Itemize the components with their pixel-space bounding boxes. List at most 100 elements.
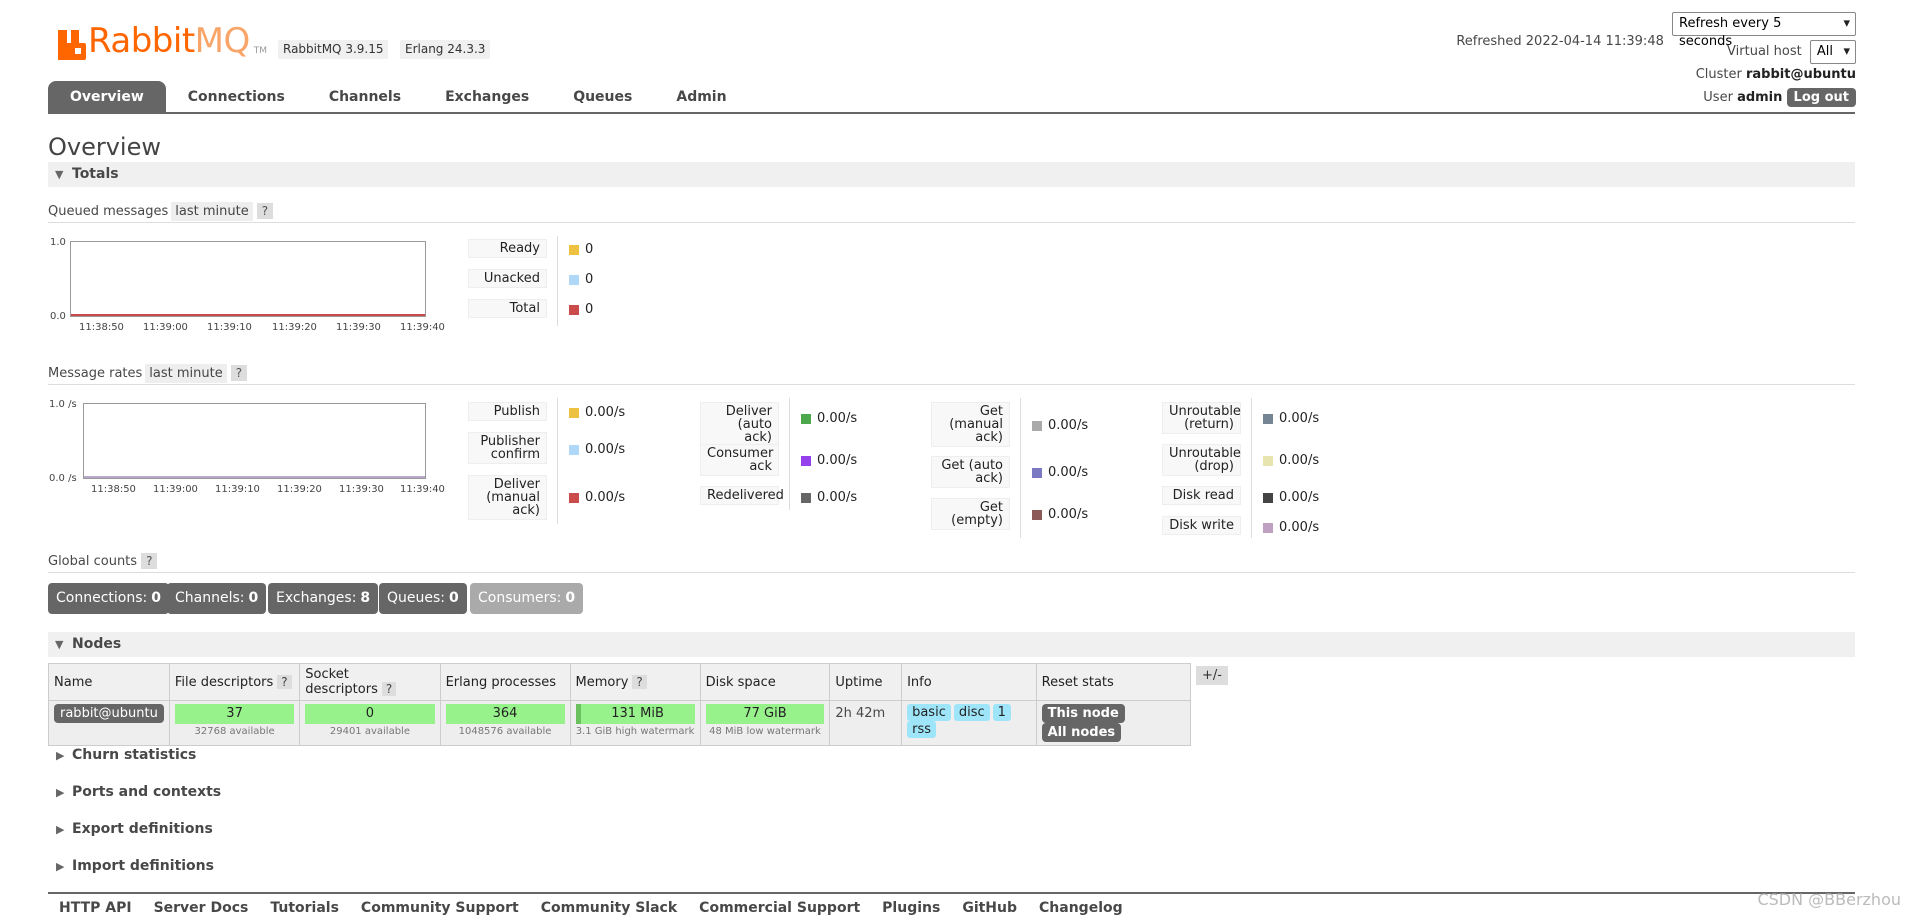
queued-x-tick: 11:39:20 (272, 322, 317, 333)
legend-get-empty-value: 0.00/s (1032, 507, 1088, 522)
nodes-section-header[interactable]: ▼ Nodes (48, 632, 1855, 657)
unacked-swatch (569, 274, 579, 285)
queues-count-button[interactable]: Queues: 0 (379, 583, 467, 614)
toggle-columns-button[interactable]: +/- (1196, 666, 1228, 685)
reset-all-nodes-button[interactable]: All nodes (1041, 723, 1122, 742)
col-disk-space[interactable]: Disk space (699, 663, 831, 701)
col-reset-stats[interactable]: Reset stats (1035, 663, 1192, 701)
legend-get-auto-value: 0.00/s (1032, 465, 1088, 480)
queued-range-selector[interactable]: last minute (171, 202, 253, 221)
unroutable-return-swatch (1263, 413, 1273, 424)
legend-get-manual-label: Get (manual ack) (931, 402, 1010, 447)
tab-channels[interactable]: Channels (307, 81, 423, 113)
virtual-host-select[interactable]: All (1809, 40, 1856, 64)
legend-unroutable-drop-value: 0.00/s (1263, 453, 1319, 468)
main-tabs: Overview Connections Channels Exchanges … (48, 81, 1855, 114)
col-info[interactable]: Info (901, 663, 1037, 701)
legend-unroutable-drop-label: Unroutable (drop) (1162, 444, 1241, 476)
legend-ready-value: 0 (569, 242, 593, 257)
deliver-manual-swatch (569, 492, 579, 503)
consumers-count-button[interactable]: Consumers: 0 (470, 583, 584, 614)
expand-right-icon: ▶ (56, 749, 65, 762)
legend-publisher-confirm-label: Publisher confirm (468, 432, 547, 464)
get-manual-swatch (1032, 420, 1042, 431)
table-row: rabbit@ubuntu 37 32768 available 0 29401 a… (48, 700, 1192, 746)
expand-right-icon: ▶ (56, 860, 65, 873)
memory-watermark: 3.1 GiB high watermark (575, 726, 695, 737)
disk-watermark: 48 MiB low watermark (709, 726, 821, 737)
file-descriptors-bar: 37 (174, 704, 295, 724)
export-definitions-header[interactable]: ▶ Export definitions (48, 817, 548, 842)
tab-queues[interactable]: Queues (551, 81, 654, 113)
queued-chart-y-top: 1.0 (50, 237, 66, 248)
footer-link-tutorials[interactable]: Tutorials (270, 900, 339, 916)
totals-section-header[interactable]: ▼ Totals (48, 162, 1855, 187)
footer-link-plugins[interactable]: Plugins (882, 900, 940, 916)
footer-link-community-slack[interactable]: Community Slack (541, 900, 677, 916)
global-counts-help-icon[interactable]: ? (141, 553, 158, 569)
info-tag: 1 (992, 704, 1011, 721)
get-empty-swatch (1032, 509, 1042, 520)
erlang-version: Erlang 24.3.3 (400, 40, 491, 59)
ready-swatch (569, 244, 579, 255)
import-definitions-header[interactable]: ▶ Import definitions (48, 854, 548, 879)
footer-link-http-api[interactable]: HTTP API (59, 900, 132, 916)
footer-link-server-docs[interactable]: Server Docs (154, 900, 249, 916)
churn-statistics-header[interactable]: ▶ Churn statistics (48, 743, 548, 768)
legend-get-auto-label: Get (auto ack) (931, 456, 1010, 488)
footer-link-changelog[interactable]: Changelog (1039, 900, 1123, 916)
footer-link-github[interactable]: GitHub (962, 900, 1017, 916)
footer-link-commercial-support[interactable]: Commercial Support (699, 900, 860, 916)
tab-overview[interactable]: Overview (48, 81, 166, 113)
col-erlang-processes[interactable]: Erlang processes (439, 663, 571, 701)
tab-connections[interactable]: Connections (166, 81, 307, 113)
col-file-descriptors[interactable]: File descriptors? (168, 663, 301, 701)
queued-total-line (71, 314, 425, 316)
connections-count-button[interactable]: Connections: 0 (48, 583, 169, 614)
rates-help-icon[interactable]: ? (230, 365, 248, 381)
refresh-interval-select[interactable]: Refresh every 5 seconds (1672, 12, 1856, 49)
ports-contexts-header[interactable]: ▶ Ports and contexts (48, 780, 548, 805)
rates-x-tick: 11:38:50 (91, 484, 136, 495)
tab-admin[interactable]: Admin (654, 81, 748, 113)
exchanges-count-button[interactable]: Exchanges: 8 (268, 583, 379, 614)
deliver-auto-swatch (801, 413, 811, 424)
legend-get-manual-value: 0.00/s (1032, 418, 1088, 433)
publisher-confirm-swatch (569, 444, 579, 455)
rabbitmq-logo[interactable]: RabbitMQ TM (58, 20, 267, 60)
rates-range-selector[interactable]: last minute (145, 364, 227, 383)
legend-consumer-ack-label: Consumer ack (700, 444, 779, 476)
tab-exchanges[interactable]: Exchanges (423, 81, 551, 113)
legend-unroutable-return-value: 0.00/s (1263, 411, 1319, 426)
expand-down-icon: ▼ (55, 168, 64, 181)
message-rates-header: Message rates last minute? (48, 363, 1855, 385)
global-counts-header: Global counts? (48, 551, 1855, 573)
rates-x-tick: 11:39:10 (215, 484, 260, 495)
disk-space-bar: 77 GiB (705, 704, 825, 724)
col-memory[interactable]: Memory? (569, 663, 701, 701)
help-icon[interactable]: ? (381, 682, 397, 696)
legend-publish-label: Publish (468, 402, 547, 421)
reset-this-node-button[interactable]: This node (1041, 704, 1125, 723)
help-icon[interactable]: ? (277, 674, 292, 689)
col-name[interactable]: Name (48, 663, 170, 701)
publish-swatch (569, 407, 579, 418)
queued-x-tick: 11:38:50 (79, 322, 124, 333)
legend-unacked-value: 0 (569, 272, 593, 287)
col-socket-descriptors[interactable]: Socket descriptors? (299, 663, 441, 701)
queued-help-icon[interactable]: ? (256, 203, 274, 219)
legend-unacked-label: Unacked (468, 269, 547, 288)
disk-write-swatch (1263, 522, 1273, 533)
virtual-host-label: Virtual host (1727, 44, 1802, 59)
get-auto-swatch (1032, 467, 1042, 478)
help-icon[interactable]: ? (632, 674, 647, 689)
channels-count-button[interactable]: Channels: 0 (167, 583, 267, 614)
footer-link-community-support[interactable]: Community Support (361, 900, 519, 916)
legend-consumer-ack-value: 0.00/s (801, 453, 857, 468)
legend-publish-value: 0.00/s (569, 405, 625, 420)
col-uptime[interactable]: Uptime (829, 663, 903, 701)
node-name-link[interactable]: rabbit@ubuntu (54, 704, 164, 723)
rates-chart-y-bottom: 0.0 /s (49, 473, 77, 484)
cluster-info: Cluster rabbit@ubuntu (1695, 67, 1856, 82)
disk-read-swatch (1263, 492, 1273, 503)
